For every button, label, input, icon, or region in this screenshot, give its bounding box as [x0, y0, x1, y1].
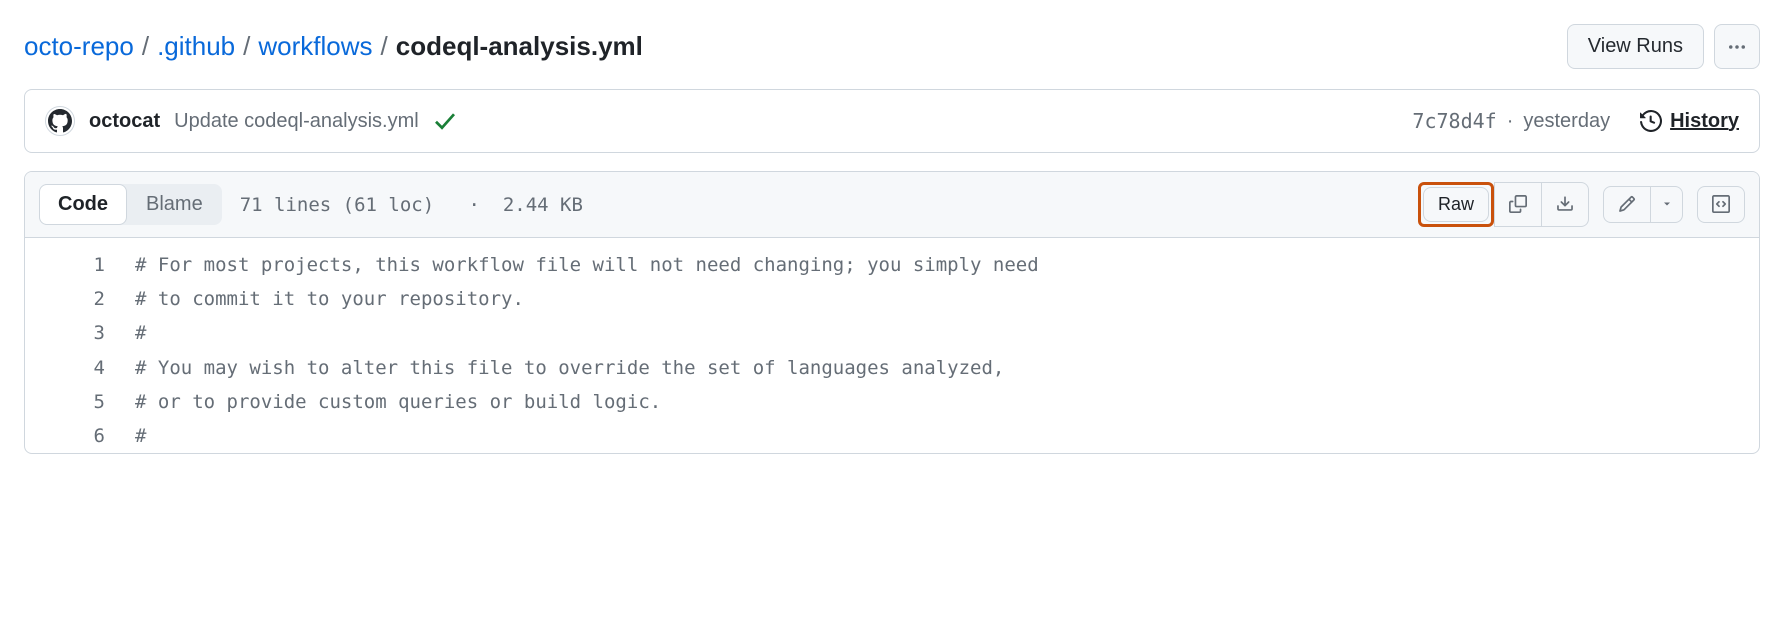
code-square-icon — [1712, 195, 1730, 213]
view-tabs: Code Blame — [39, 184, 222, 225]
breadcrumb-separator: / — [239, 31, 254, 62]
symbols-button-group — [1697, 186, 1745, 222]
breadcrumb-separator: / — [377, 31, 392, 62]
more-options-button[interactable] — [1714, 24, 1760, 69]
file-header: octo-repo / .github / workflows / codeql… — [24, 24, 1760, 69]
copy-icon — [1509, 195, 1527, 213]
code-line: 4 # You may wish to alter this file to o… — [25, 351, 1759, 385]
commit-meta: 7c78d4f · yesterday History — [1412, 109, 1739, 133]
tab-code[interactable]: Code — [39, 184, 127, 225]
line-content: # or to provide custom queries or build … — [135, 385, 661, 419]
commit-meta-separator: · — [1507, 110, 1514, 133]
breadcrumb-repo[interactable]: octo-repo — [24, 31, 134, 62]
line-content: # to commit it to your repository. — [135, 282, 524, 316]
code-line: 3 # — [25, 316, 1759, 350]
raw-button[interactable]: Raw — [1423, 187, 1489, 222]
file-lines: 71 lines (61 loc) — [240, 194, 434, 216]
history-icon — [1640, 110, 1662, 133]
commit-message[interactable]: Update codeql-analysis.yml — [174, 110, 419, 133]
commit-time: yesterday — [1523, 110, 1610, 133]
breadcrumb-dir-workflows[interactable]: workflows — [258, 31, 372, 62]
code-line: 1 # For most projects, this workflow fil… — [25, 248, 1759, 282]
download-button[interactable] — [1542, 182, 1589, 227]
latest-commit-box: octocat Update codeql-analysis.yml 7c78d… — [24, 89, 1760, 153]
pencil-icon — [1618, 195, 1636, 213]
breadcrumb-separator: / — [138, 31, 153, 62]
triangle-down-icon — [1661, 195, 1673, 213]
history-label: History — [1670, 110, 1739, 133]
line-number[interactable]: 4 — [25, 351, 135, 385]
line-number[interactable]: 2 — [25, 282, 135, 316]
commit-info: octocat Update codeql-analysis.yml — [45, 106, 457, 136]
tab-blame[interactable]: Blame — [127, 184, 222, 225]
code-line: 6 # — [25, 419, 1759, 453]
history-link[interactable]: History — [1640, 110, 1739, 133]
octocat-icon — [48, 109, 72, 133]
commit-hash[interactable]: 7c78d4f — [1412, 109, 1496, 133]
download-icon — [1556, 195, 1574, 213]
raw-callout: Raw — [1418, 182, 1494, 227]
code-line: 5 # or to provide custom queries or buil… — [25, 385, 1759, 419]
line-number[interactable]: 3 — [25, 316, 135, 350]
line-number[interactable]: 6 — [25, 419, 135, 453]
edit-dropdown-button[interactable] — [1651, 186, 1683, 222]
commit-author[interactable]: octocat — [89, 110, 160, 133]
line-number[interactable]: 5 — [25, 385, 135, 419]
code-body: 1 # For most projects, this workflow fil… — [25, 238, 1759, 453]
line-content: # For most projects, this workflow file … — [135, 248, 1039, 282]
kebab-icon — [1727, 35, 1747, 58]
edit-button-group — [1603, 186, 1683, 222]
view-runs-button[interactable]: View Runs — [1567, 24, 1704, 69]
toolbar-left: Code Blame 71 lines (61 loc) · 2.44 KB — [39, 184, 583, 225]
code-toolbar: Code Blame 71 lines (61 loc) · 2.44 KB R… — [25, 172, 1759, 238]
code-line: 2 # to commit it to your repository. — [25, 282, 1759, 316]
line-content: # — [135, 419, 146, 453]
breadcrumb-filename: codeql-analysis.yml — [396, 31, 643, 62]
raw-button-group: Raw — [1418, 182, 1589, 227]
meta-separator: · — [469, 194, 480, 216]
file-size: 2.44 KB — [503, 194, 583, 216]
line-content: # — [135, 316, 146, 350]
toolbar-right: Raw — [1418, 182, 1745, 227]
symbols-button[interactable] — [1697, 186, 1745, 222]
file-meta: 71 lines (61 loc) · 2.44 KB — [240, 194, 583, 216]
code-panel: Code Blame 71 lines (61 loc) · 2.44 KB R… — [24, 171, 1760, 454]
header-actions: View Runs — [1567, 24, 1760, 69]
edit-button[interactable] — [1603, 186, 1651, 222]
avatar[interactable] — [45, 106, 75, 136]
breadcrumb-dir-github[interactable]: .github — [157, 31, 235, 62]
breadcrumb: octo-repo / .github / workflows / codeql… — [24, 31, 643, 62]
copy-button[interactable] — [1494, 182, 1542, 227]
line-content: # You may wish to alter this file to ove… — [135, 351, 1004, 385]
line-number[interactable]: 1 — [25, 248, 135, 282]
status-check-icon[interactable] — [433, 109, 457, 133]
